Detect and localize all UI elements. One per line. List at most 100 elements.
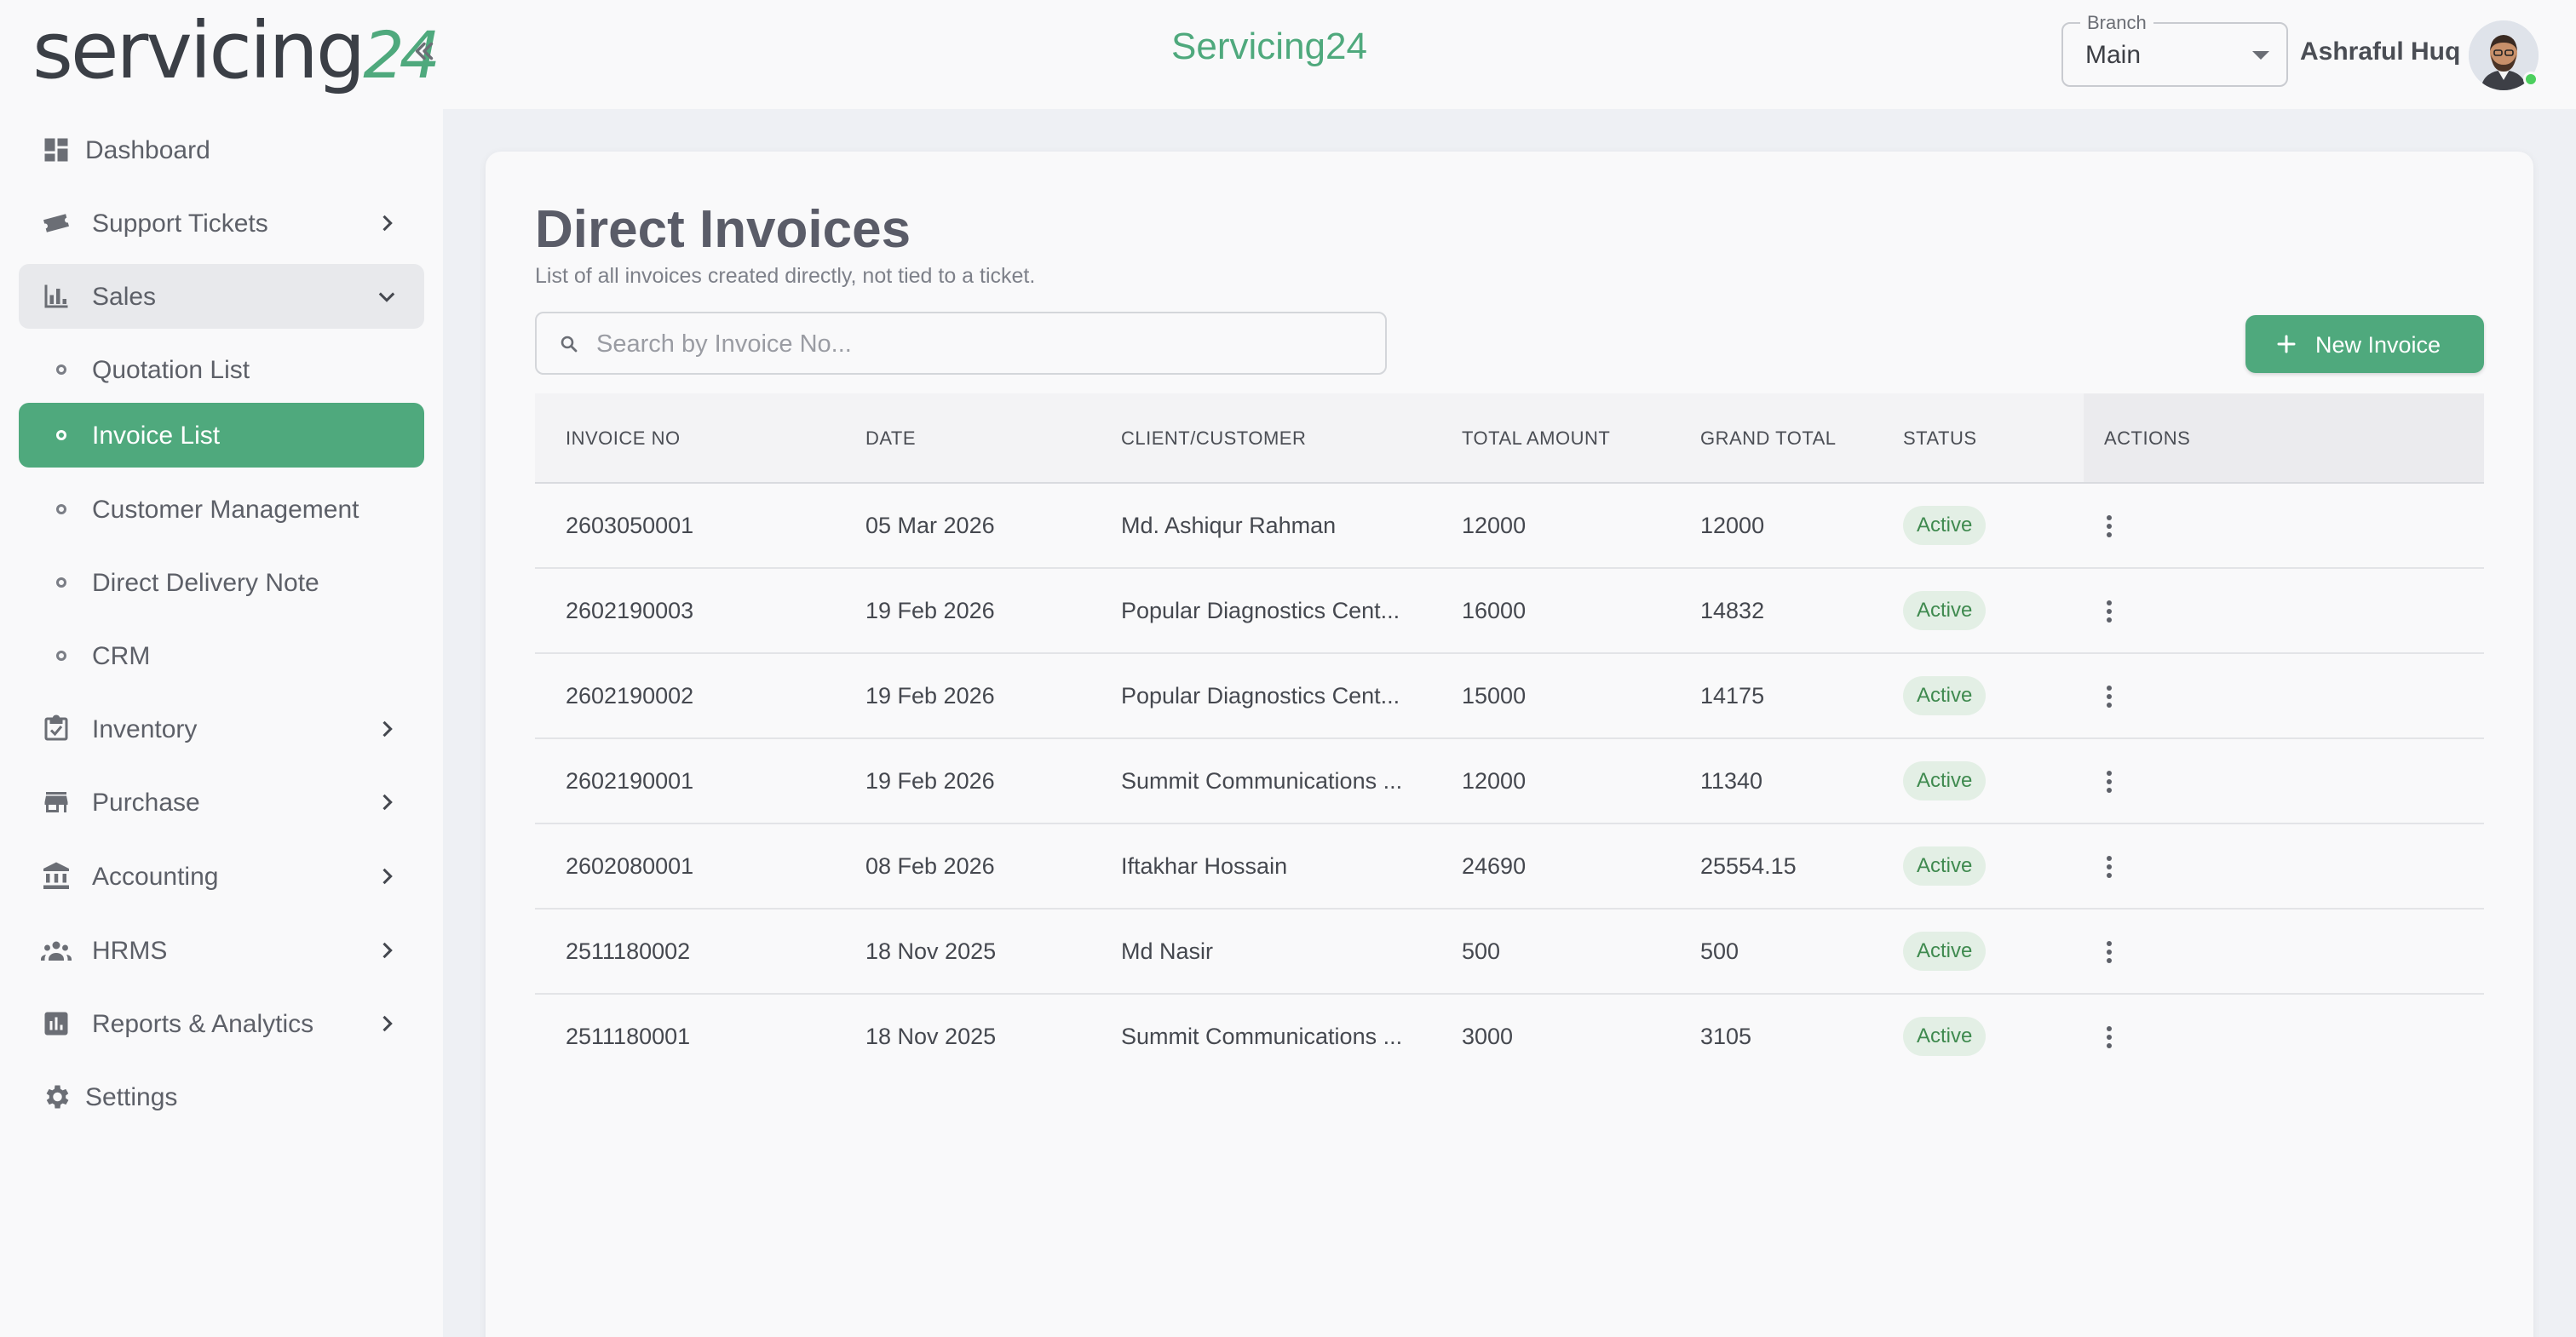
servicing24-logo[interactable]: servicing 24 [32, 5, 440, 99]
column-header-grand-total[interactable]: GRAND TOTAL [1700, 427, 1837, 450]
date-cell: 18 Nov 2025 [865, 1024, 997, 1049]
sidebar-item-support-tickets[interactable]: Support Tickets [19, 191, 424, 255]
dashboard-icon [44, 138, 68, 162]
status-badge: Active [1903, 591, 1987, 630]
total-amount-cell: 15000 [1462, 683, 1527, 709]
chevron-right-icon [382, 868, 393, 885]
sidebar-item-dashboard[interactable]: Dashboard [19, 118, 424, 182]
sidebar-item-direct-delivery-note[interactable]: Direct Delivery Note [19, 550, 424, 615]
page-title: Direct Invoices [535, 200, 911, 259]
new-invoice-button[interactable]: New Invoice [2245, 315, 2484, 373]
status-badge: Active [1903, 932, 1987, 971]
caret-down-icon [2252, 51, 2269, 60]
invoice-no-cell: 2602190001 [566, 768, 694, 794]
client-cell: Popular Diagnostics Cent... [1121, 683, 1400, 709]
sidebar-item-accounting[interactable]: Accounting [19, 844, 424, 909]
user-name: Ashraful Huq [2300, 37, 2461, 66]
sidebar-item-label: Support Tickets [92, 209, 268, 238]
client-cell: Iftakhar Hossain [1121, 853, 1288, 879]
more-vertical-icon[interactable] [2092, 935, 2126, 969]
sidebar-item-label: Direct Delivery Note [92, 569, 319, 597]
more-vertical-icon[interactable] [2092, 765, 2126, 799]
search-icon [561, 336, 578, 353]
column-header-client[interactable]: CLIENT/CUSTOMER [1121, 427, 1306, 450]
gear-icon [46, 1085, 69, 1109]
total-amount-cell: 500 [1462, 938, 1501, 964]
sidebar-item-label: CRM [92, 642, 151, 670]
sidebar-item-label: Customer Management [92, 496, 359, 524]
invoice-no-cell: 2602080001 [566, 853, 694, 879]
status-badge: Active [1903, 1017, 1987, 1056]
status-badge: Active [1903, 761, 1987, 800]
sidebar-item-invoice-list[interactable]: Invoice List [19, 403, 424, 468]
invoice-no-cell: 2602190002 [566, 683, 694, 709]
table-row[interactable]: 2602190002 19 Feb 2026 Popular Diagnosti… [535, 654, 2484, 739]
table-row[interactable]: 2602080001 08 Feb 2026 Iftakhar Hossain … [535, 824, 2484, 910]
branch-select[interactable]: Branch Main [2061, 12, 2288, 87]
branch-label: Branch [2080, 12, 2153, 34]
bar-chart-icon [44, 284, 68, 308]
more-vertical-icon[interactable] [2092, 850, 2126, 884]
client-cell: Summit Communications ... [1121, 1024, 1403, 1049]
table-row[interactable]: 2511180002 18 Nov 2025 Md Nasir 500 500 … [535, 910, 2484, 995]
grand-total-cell: 3105 [1700, 1024, 1752, 1049]
sidebar-item-purchase[interactable]: Purchase [19, 770, 424, 835]
sidebar-item-label: Inventory [92, 715, 198, 743]
sidebar-item-crm[interactable]: CRM [19, 623, 424, 688]
date-cell: 19 Feb 2026 [865, 683, 995, 709]
status-badge: Active [1903, 676, 1987, 715]
sidebar-item-customer-management[interactable]: Customer Management [19, 477, 424, 542]
more-vertical-icon[interactable] [2092, 594, 2126, 628]
sidebar: Dashboard Support Tickets Sales Quotatio… [0, 109, 443, 1337]
column-header-status[interactable]: STATUS [1903, 427, 1977, 450]
online-status-indicator [2523, 72, 2539, 87]
client-cell: Md Nasir [1121, 938, 1214, 964]
column-header-invoice-no[interactable]: INVOICE NO [566, 427, 681, 450]
date-cell: 19 Feb 2026 [865, 598, 995, 623]
sidebar-item-label: Purchase [92, 789, 200, 817]
chevron-right-icon [382, 215, 393, 232]
invoice-no-cell: 2603050001 [566, 513, 694, 538]
plus-icon [2277, 335, 2296, 353]
page-subtitle: List of all invoices created directly, n… [535, 264, 1036, 288]
more-vertical-icon[interactable] [2092, 509, 2126, 543]
report-icon [44, 1012, 68, 1036]
sidebar-item-inventory[interactable]: Inventory [19, 697, 424, 761]
search-field[interactable] [535, 312, 1387, 375]
collapse-sidebar-button[interactable] [405, 32, 443, 70]
invoice-no-cell: 2602190003 [566, 598, 694, 623]
column-header-date[interactable]: DATE [865, 427, 916, 450]
column-header-total-amount[interactable]: TOTAL AMOUNT [1462, 427, 1610, 450]
logo-text: servicing [32, 5, 365, 96]
more-vertical-icon[interactable] [2092, 1020, 2126, 1054]
sidebar-item-quotation-list[interactable]: Quotation List [19, 337, 424, 402]
sidebar-item-sales[interactable]: Sales [19, 264, 424, 329]
date-cell: 19 Feb 2026 [865, 768, 995, 794]
chevron-right-icon [382, 1015, 393, 1032]
client-cell: Md. Ashiqur Rahman [1121, 513, 1337, 538]
total-amount-cell: 3000 [1462, 1024, 1514, 1049]
sidebar-item-label: Settings [85, 1083, 178, 1111]
sidebar-item-settings[interactable]: Settings [19, 1064, 424, 1129]
sidebar-item-hrms[interactable]: HRMS [19, 918, 424, 983]
people-icon [41, 941, 72, 961]
table-row[interactable]: 2602190001 19 Feb 2026 Summit Communicat… [535, 739, 2484, 824]
inventory-icon [44, 714, 68, 741]
more-vertical-icon[interactable] [2092, 680, 2126, 714]
chevron-right-icon [382, 942, 393, 959]
sidebar-item-label: HRMS [92, 937, 168, 965]
sidebar-item-label: Quotation List [92, 356, 250, 384]
search-input[interactable] [596, 324, 1363, 364]
top-header: servicing 24 Servicing24 Branch Main Ashr… [0, 0, 2576, 109]
grand-total-cell: 25554.15 [1700, 853, 1797, 879]
date-cell: 08 Feb 2026 [865, 853, 995, 879]
status-badge: Active [1903, 846, 1987, 886]
table-row[interactable]: 2602190003 19 Feb 2026 Popular Diagnosti… [535, 569, 2484, 654]
table-row[interactable]: 2603050001 05 Mar 2026 Md. Ashiqur Rahma… [535, 484, 2484, 569]
total-amount-cell: 12000 [1462, 768, 1527, 794]
sidebar-item-reports-analytics[interactable]: Reports & Analytics [19, 991, 424, 1056]
table-row[interactable]: 2511180001 18 Nov 2025 Summit Communicat… [535, 995, 2484, 1080]
bullet-icon [56, 577, 66, 588]
sidebar-item-label: Sales [92, 283, 157, 311]
grand-total-cell: 14175 [1700, 683, 1765, 709]
